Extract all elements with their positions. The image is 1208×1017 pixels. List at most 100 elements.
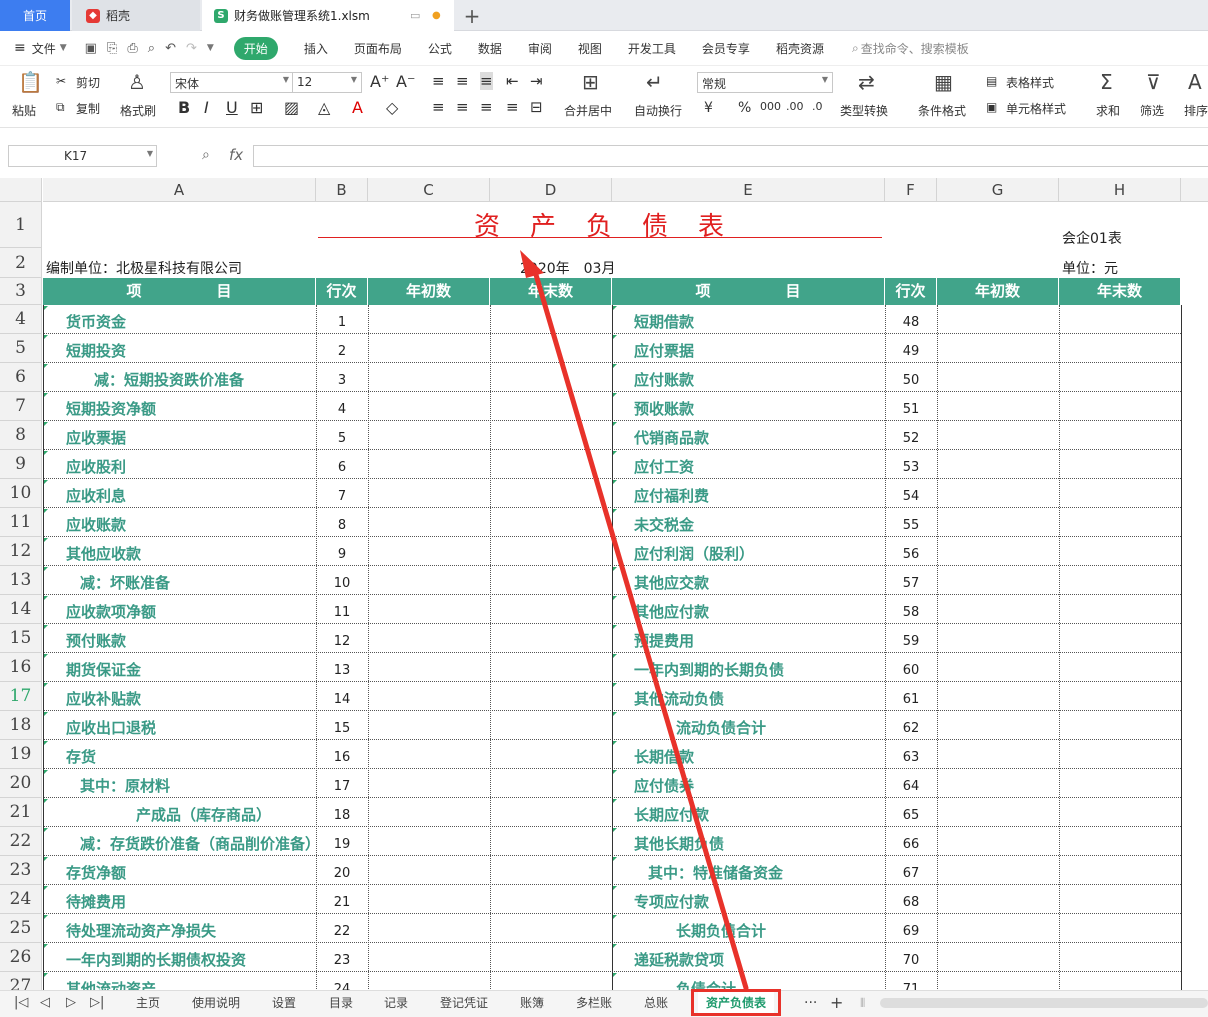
italic-icon[interactable]: I: [204, 98, 209, 117]
paste-icon[interactable]: 📋: [18, 70, 43, 94]
formula-input[interactable]: [253, 145, 1208, 167]
save-icon[interactable]: ▣: [85, 41, 97, 56]
sheet-tab-10[interactable]: 资产负债表: [698, 991, 775, 1016]
table-row-right-no[interactable]: 59: [885, 634, 937, 652]
sheet-tab-2[interactable]: 使用说明: [192, 991, 240, 1016]
table-row-left-no[interactable]: 3: [316, 373, 368, 391]
table-row-right-no[interactable]: 55: [885, 518, 937, 536]
redo-icon[interactable]: ↷: [186, 41, 197, 56]
table-row-left-no[interactable]: 1: [316, 315, 368, 333]
menu-member[interactable]: 会员专享: [702, 40, 750, 57]
clear-icon[interactable]: ◇: [386, 98, 398, 117]
table-style-button[interactable]: 表格样式: [1006, 74, 1054, 91]
column-header-f[interactable]: F: [885, 178, 937, 202]
table-row-right-item[interactable]: 其他流动负债: [634, 688, 884, 710]
table-row-right-item[interactable]: 应付票据: [634, 340, 884, 362]
table-row-right-no[interactable]: 51: [885, 402, 937, 420]
table-row-left-no[interactable]: 9: [316, 547, 368, 565]
format-painter-icon[interactable]: ♙: [128, 70, 146, 94]
add-sheet-icon[interactable]: +: [830, 991, 843, 1016]
menu-page-layout[interactable]: 页面布局: [354, 40, 402, 57]
row-header[interactable]: 3: [0, 278, 42, 305]
row-header[interactable]: 21: [0, 798, 42, 827]
row-header[interactable]: 9: [0, 450, 42, 479]
row-header[interactable]: 27: [0, 972, 42, 990]
column-header-d[interactable]: D: [490, 178, 612, 202]
row-header[interactable]: 16: [0, 653, 42, 682]
percent-icon[interactable]: %: [738, 100, 751, 116]
sheet-tab-5[interactable]: 记录: [384, 991, 408, 1016]
table-row-left-item[interactable]: 一年内到期的长期债权投资: [66, 949, 314, 971]
sheet-tab-4[interactable]: 目录: [329, 991, 353, 1016]
more-sheets-icon[interactable]: ···: [804, 991, 817, 1016]
table-row-left-item[interactable]: 应收股利: [66, 456, 314, 478]
merge-icon[interactable]: ⊞: [582, 70, 599, 94]
cond-format-icon[interactable]: ▦: [934, 70, 953, 94]
table-row-left-no[interactable]: 20: [316, 866, 368, 884]
menu-data[interactable]: 数据: [478, 40, 502, 57]
export-icon[interactable]: ⎘: [107, 41, 117, 56]
sort-icon[interactable]: A: [1188, 70, 1202, 94]
table-row-left-no[interactable]: 8: [316, 518, 368, 536]
table-row-right-no[interactable]: 62: [885, 721, 937, 739]
row-header[interactable]: 6: [0, 363, 42, 392]
column-header-h[interactable]: H: [1059, 178, 1181, 202]
command-search[interactable]: 查找命令、搜索模板: [861, 40, 969, 57]
sheet-tab-6[interactable]: 登记凭证: [440, 991, 488, 1016]
table-row-right-item[interactable]: 预收账款: [634, 398, 884, 420]
decrease-font-icon[interactable]: A⁻: [396, 72, 415, 91]
table-row-right-no[interactable]: 63: [885, 750, 937, 768]
table-row-left-item[interactable]: 期货保证金: [66, 659, 314, 681]
table-row-left-item[interactable]: 预付账款: [66, 630, 314, 652]
cell-style-icon[interactable]: ▣: [986, 100, 997, 114]
table-row-right-no[interactable]: 56: [885, 547, 937, 565]
row-header[interactable]: 23: [0, 856, 42, 885]
table-row-left-no[interactable]: 16: [316, 750, 368, 768]
underline-icon[interactable]: U: [226, 98, 238, 117]
row-header[interactable]: 12: [0, 537, 42, 566]
table-row-left-item[interactable]: 应收账款: [66, 514, 314, 536]
table-row-right-no[interactable]: 64: [885, 779, 937, 797]
table-row-right-item[interactable]: 应付利润（股利）: [634, 543, 884, 565]
menu-insert[interactable]: 插入: [304, 40, 328, 57]
table-row-left-item[interactable]: 减：存货跌价准备（商品削价准备）: [80, 833, 314, 855]
sum-icon[interactable]: Σ: [1100, 70, 1113, 94]
row-header[interactable]: 20: [0, 769, 42, 798]
font-color-icon[interactable]: A: [352, 98, 363, 117]
table-row-left-item[interactable]: 减：坏账准备: [80, 572, 314, 594]
column-header-a[interactable]: A: [43, 178, 316, 202]
next-sheet-icon[interactable]: ▷: [66, 991, 76, 1016]
table-row-left-no[interactable]: 21: [316, 895, 368, 913]
wrap-icon[interactable]: ↵: [646, 70, 663, 94]
indent-decrease-icon[interactable]: ⇤: [506, 72, 519, 90]
copy-icon[interactable]: ⧉: [56, 100, 65, 115]
table-row-right-item[interactable]: 长期负债合计: [676, 920, 884, 942]
sum-button[interactable]: 求和: [1096, 102, 1120, 119]
row-header[interactable]: 22: [0, 827, 42, 856]
cond-format-button[interactable]: 条件格式: [918, 102, 966, 119]
row-header[interactable]: 1: [0, 202, 42, 248]
table-row-right-item[interactable]: 短期借款: [634, 311, 884, 333]
distribute-icon[interactable]: ⊟: [530, 98, 543, 116]
table-row-left-item[interactable]: 产成品（库存商品）: [136, 804, 314, 826]
table-row-left-no[interactable]: 17: [316, 779, 368, 797]
table-row-right-no[interactable]: 52: [885, 431, 937, 449]
row-header[interactable]: 25: [0, 914, 42, 943]
table-row-right-item[interactable]: 长期应付款: [634, 804, 884, 826]
first-sheet-icon[interactable]: |◁: [14, 991, 28, 1016]
row-header[interactable]: 17: [0, 682, 42, 711]
table-row-right-item[interactable]: 递延税款贷项: [634, 949, 884, 971]
filter-icon[interactable]: ⊽: [1146, 70, 1161, 94]
table-row-right-no[interactable]: 53: [885, 460, 937, 478]
bold-icon[interactable]: B: [178, 98, 190, 117]
tab-daoke[interactable]: ◆ 稻壳: [72, 0, 200, 31]
paste-button[interactable]: 粘贴: [12, 102, 36, 119]
table-row-right-item[interactable]: 代销商品款: [634, 427, 884, 449]
table-row-left-no[interactable]: 19: [316, 837, 368, 855]
table-row-left-item[interactable]: 其中：原材料: [80, 775, 314, 797]
sheet-tab-8[interactable]: 多栏账: [576, 991, 612, 1016]
table-row-right-no[interactable]: 50: [885, 373, 937, 391]
table-row-right-item[interactable]: 应付账款: [634, 369, 884, 391]
format-painter-button[interactable]: 格式刷: [120, 102, 156, 119]
table-row-left-no[interactable]: 11: [316, 605, 368, 623]
